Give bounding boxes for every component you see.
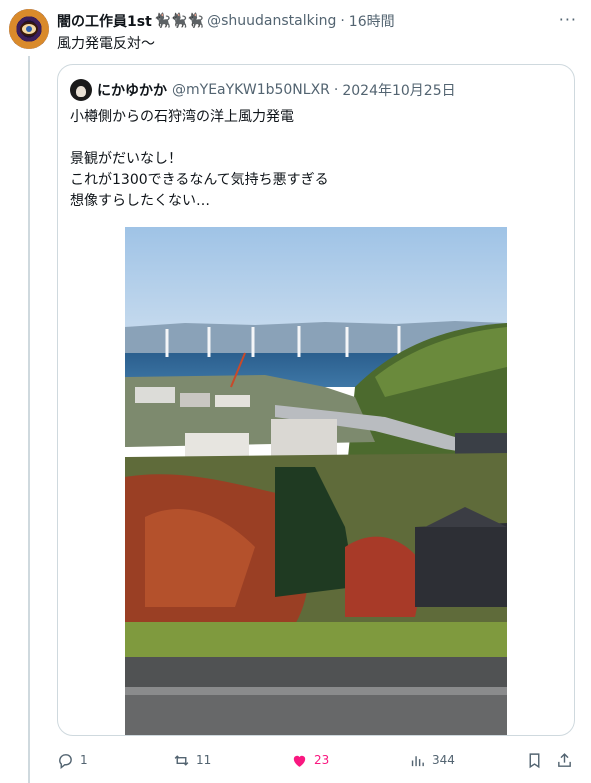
quoted-author-handle[interactable]: @mYEaYKW1b50NLXR: [172, 82, 330, 98]
author-handle[interactable]: @shuudanstalking: [207, 13, 336, 29]
separator-dot: ·: [340, 13, 345, 29]
thread-line: [28, 56, 30, 783]
reply-button[interactable]: 1: [57, 748, 88, 772]
retweet-icon: [174, 754, 189, 766]
author-name[interactable]: 闇の工作員1st: [57, 11, 152, 31]
author-emoji: 🐈‍⬛🐈‍⬛🐈‍⬛: [153, 13, 204, 29]
reply-icon: [59, 753, 72, 769]
avatar-eye-icon: [20, 22, 38, 36]
bookmark-icon: [529, 752, 540, 768]
view-count: 344: [432, 753, 455, 767]
quoted-text-line: [70, 128, 560, 149]
quoted-text-line: 小樽側からの石狩湾の洋上風力発電: [70, 109, 294, 125]
quoted-avatar[interactable]: [70, 79, 92, 101]
quoted-text: 小樽側からの石狩湾の洋上風力発電 景観がだいなし！ これが1300できるなんて気…: [70, 107, 560, 212]
heart-icon: [293, 755, 306, 767]
quoted-tweet[interactable]: にかゆかか @mYEaYKW1b50NLXR · 2024年10月25日 小樽側…: [57, 64, 575, 736]
retweet-count: 11: [196, 753, 212, 767]
quoted-text-line: 景観がだいなし！: [70, 151, 182, 167]
retweet-button[interactable]: 11: [173, 748, 211, 772]
avatar[interactable]: [9, 9, 49, 49]
like-button[interactable]: 23: [291, 748, 329, 772]
more-icon[interactable]: ···: [559, 10, 577, 29]
quoted-header: にかゆかか @mYEaYKW1b50NLXR · 2024年10月25日: [70, 79, 456, 101]
quoted-author-name[interactable]: にかゆかか: [97, 80, 167, 100]
landscape-photo: [125, 227, 507, 735]
tweet-header: 闇の工作員1st 🐈‍⬛🐈‍⬛🐈‍⬛ @shuudanstalking · 16…: [57, 10, 577, 32]
like-count: 23: [314, 753, 330, 767]
share-button[interactable]: [556, 748, 579, 772]
quoted-photo[interactable]: [125, 227, 507, 735]
quoted-text-line: これが1300できるなんて気持ち悪すぎる: [70, 172, 329, 188]
share-icon: [558, 752, 571, 767]
bookmark-button[interactable]: [526, 748, 549, 772]
quoted-date[interactable]: 2024年10月25日: [342, 80, 455, 100]
tweet-text: 風力発電反対〜: [57, 36, 155, 52]
views-icon: [411, 755, 424, 766]
quoted-separator-dot: ·: [333, 82, 339, 98]
views-button[interactable]: 344: [409, 748, 455, 772]
reply-count: 1: [80, 753, 88, 767]
quoted-text-line: 想像すらしたくない…: [70, 193, 210, 209]
tweet-time[interactable]: 16時間: [349, 11, 395, 31]
action-bar: 1 11 23 344: [57, 748, 577, 772]
